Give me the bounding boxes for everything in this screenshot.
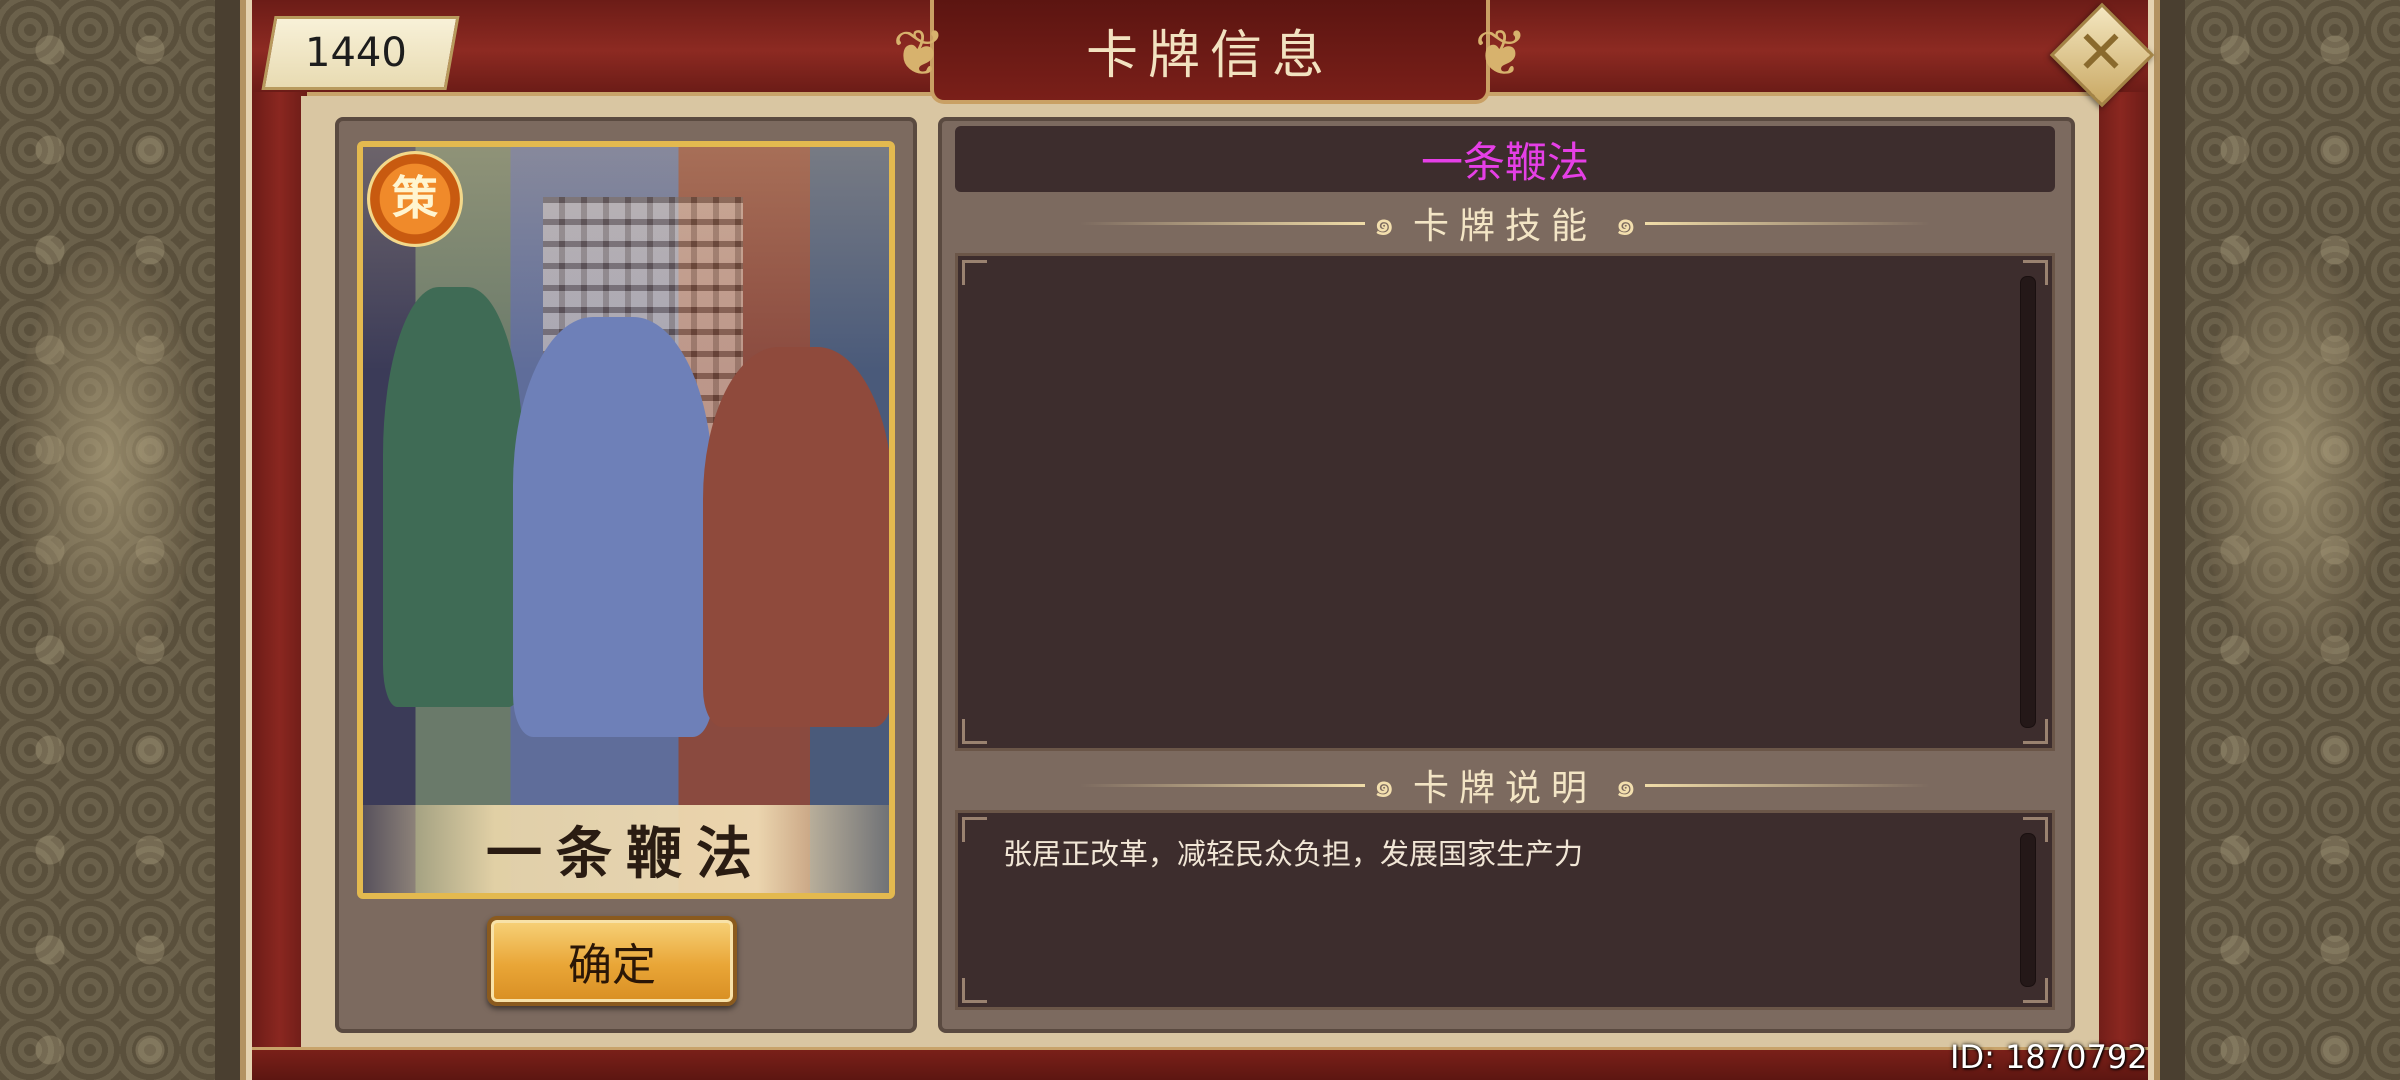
right-ornament-panel xyxy=(2185,0,2400,1080)
card-name-band: 一条鞭法 xyxy=(363,805,889,893)
skill-scrollbar[interactable] xyxy=(2020,276,2036,728)
dragon-ornament xyxy=(15,250,200,670)
corner-ornament xyxy=(962,817,987,842)
close-icon: ✕ xyxy=(2075,18,2127,88)
left-frame-band xyxy=(252,92,307,1080)
figure-right xyxy=(703,347,889,727)
left-ornament-panel xyxy=(0,0,215,1080)
bottom-frame-band xyxy=(252,1047,2148,1080)
count-value: 1440 xyxy=(305,30,407,76)
description-text-box[interactable]: 张居正改革，减轻民众负担，发展国家生产力 xyxy=(955,810,2055,1010)
corner-ornament xyxy=(962,260,987,285)
description-section-header: ๑ 卡牌说明 ๑ xyxy=(1080,760,1931,810)
description-text: 张居正改革，减轻民众负担，发展国家生产力 xyxy=(1003,837,1584,871)
close-button[interactable]: ✕ xyxy=(2049,2,2155,108)
player-id: ID: 1870792 xyxy=(1950,1038,2148,1076)
corner-ornament xyxy=(962,978,987,1003)
card-artwork: 策 一条鞭法 xyxy=(357,141,895,899)
skill-text-box[interactable] xyxy=(955,253,2055,751)
right-frame-band xyxy=(2093,92,2148,1080)
divider-line xyxy=(1644,221,1931,225)
card-title: 一条鞭法 xyxy=(1420,137,1589,187)
divider-line xyxy=(1080,221,1366,225)
curl-ornament-icon: ๑ xyxy=(1373,766,1395,806)
curl-ornament-icon: ๑ xyxy=(1615,204,1637,244)
skill-section-header: ๑ 卡牌技能 ๑ xyxy=(1080,198,1931,248)
skill-section-title: 卡牌技能 xyxy=(1413,206,1598,247)
divider-line xyxy=(1644,783,1931,787)
figure-center xyxy=(513,317,713,737)
scroll-ornament-icon: ❦ xyxy=(1474,17,1528,91)
title-plaque: ❦ 卡牌信息 ❦ xyxy=(892,0,1528,104)
strategy-badge-icon: 策 xyxy=(367,151,463,247)
dragon-ornament xyxy=(2200,250,2385,670)
divider-line xyxy=(1080,783,1366,787)
figure-left xyxy=(383,287,523,707)
description-scrollbar[interactable] xyxy=(2020,833,2036,987)
curl-ornament-icon: ๑ xyxy=(1615,766,1637,806)
confirm-button[interactable]: 确定 xyxy=(487,916,737,1006)
count-display: 1440 xyxy=(261,16,460,90)
dialog-title: 卡牌信息 xyxy=(1085,25,1334,86)
curl-ornament-icon: ๑ xyxy=(1373,204,1395,244)
description-section-title: 卡牌说明 xyxy=(1413,768,1598,809)
corner-ornament xyxy=(962,719,987,744)
card-name: 一条鞭法 xyxy=(486,820,766,887)
card-title-bar: 一条鞭法 xyxy=(955,126,2055,192)
scroll-ornament-icon: ❦ xyxy=(892,17,946,91)
